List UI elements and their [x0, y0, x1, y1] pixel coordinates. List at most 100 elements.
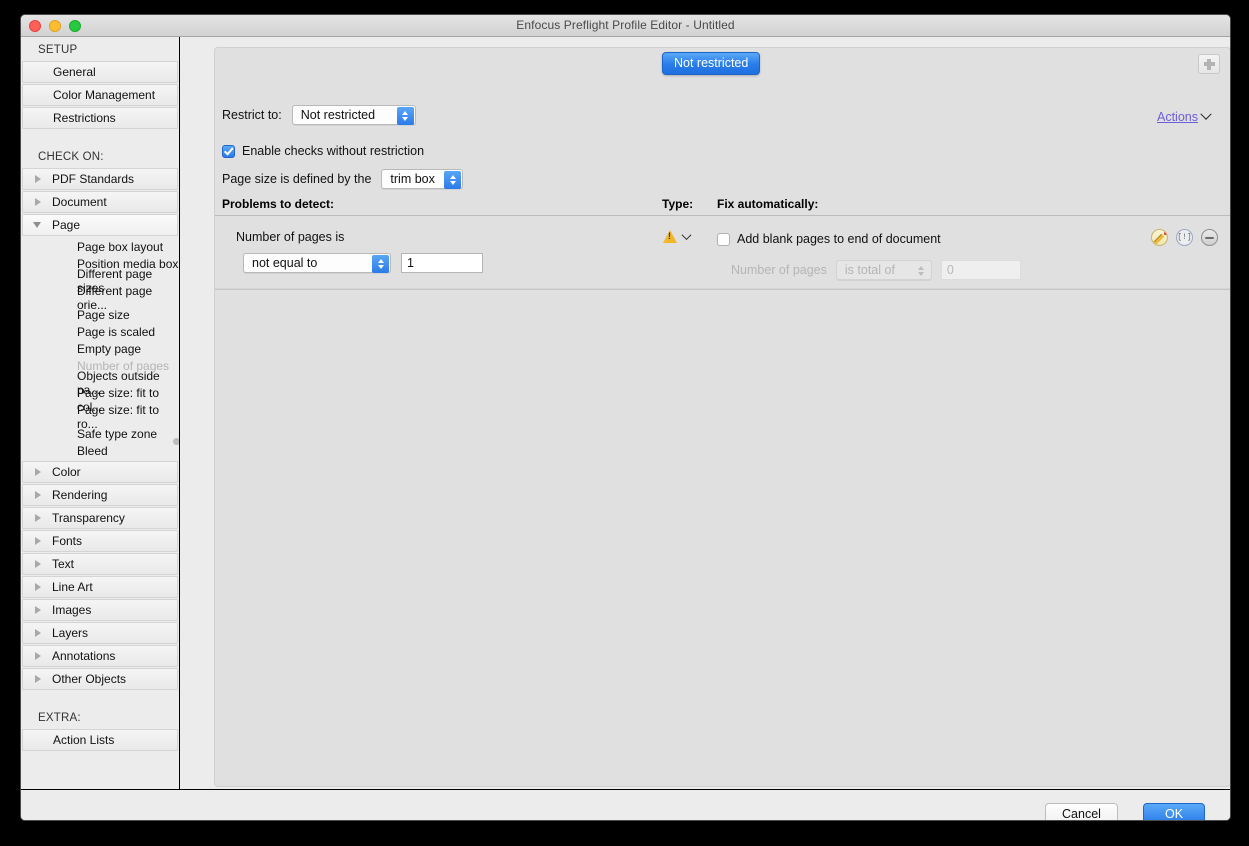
- sidebar-item-label: Transparency: [52, 511, 125, 525]
- stepper-icon: [444, 171, 462, 189]
- sidebar-item-label: PDF Standards: [52, 172, 135, 186]
- dialog-footer: Cancel OK: [21, 789, 1230, 820]
- reset-button[interactable]: [1198, 54, 1220, 74]
- detect-title: Number of pages is: [236, 230, 345, 244]
- warning-triangle-icon: [663, 230, 677, 243]
- sidebar-item-restrictions[interactable]: Restrictions: [22, 107, 178, 129]
- column-header-fix: Fix automatically:: [717, 197, 819, 211]
- sidebar-item-label: Color: [52, 465, 81, 479]
- sidebar-subitem-page-size-fit-to-rows[interactable]: Page size: fit to ro...: [21, 403, 179, 431]
- reset-plus-icon: [1203, 58, 1215, 70]
- stepper-icon: [396, 107, 414, 125]
- sidebar-item-action-lists[interactable]: Action Lists: [22, 729, 178, 751]
- sidebar-item-label: Annotations: [52, 649, 116, 663]
- sidebar-group-other-objects[interactable]: Other Objects: [22, 668, 178, 690]
- sidebar-scroll-indicator[interactable]: [173, 438, 179, 445]
- sidebar-section-check-on: CHECK ON:: [38, 151, 104, 163]
- sidebar-item-general[interactable]: General: [22, 61, 178, 83]
- fix-mode-value: is total of: [844, 263, 895, 277]
- sidebar-sublist-page: Page box layout Position media box Diffe…: [21, 237, 179, 461]
- chevron-right-icon: [35, 514, 41, 522]
- sidebar-subitem-different-page-orientations[interactable]: Different page orie...: [21, 284, 179, 312]
- sidebar-group-rendering[interactable]: Rendering: [22, 484, 178, 506]
- chevron-down-icon: [33, 222, 41, 228]
- sidebar-group-text[interactable]: Text: [22, 553, 178, 575]
- fix-number-of-pages-label: Number of pages: [731, 263, 827, 277]
- actions-label: Actions: [1157, 110, 1198, 124]
- operand-input[interactable]: 1: [401, 253, 483, 273]
- fix-automatically-option[interactable]: Add blank pages to end of document: [717, 232, 941, 246]
- sidebar-item-label: General: [53, 65, 96, 79]
- chevron-down-icon: [681, 230, 692, 241]
- chevron-right-icon: [35, 583, 41, 591]
- sidebar-subitem-page-is-scaled[interactable]: Page is scaled: [21, 323, 179, 340]
- chevron-right-icon: [35, 468, 41, 476]
- sidebar-subitem-page-box-layout[interactable]: Page box layout: [21, 238, 179, 255]
- page-size-box-value: trim box: [390, 172, 435, 186]
- sidebar-subitem-safe-type-zone[interactable]: Safe type zone: [21, 425, 179, 442]
- enable-checks-checkbox[interactable]: [222, 144, 235, 158]
- chevron-right-icon: [35, 198, 41, 206]
- add-blank-pages-label: Add blank pages to end of document: [737, 232, 941, 246]
- sidebar-group-pdf-standards[interactable]: PDF Standards: [22, 168, 178, 190]
- fix-mode-select[interactable]: is total of: [835, 260, 932, 280]
- restrict-to-select[interactable]: Not restricted: [291, 105, 416, 125]
- page-size-defined-label: Page size is defined by the: [222, 172, 372, 186]
- chevron-right-icon: [35, 491, 41, 499]
- sidebar-item-label: Other Objects: [52, 672, 127, 686]
- sidebar-group-line-art[interactable]: Line Art: [22, 576, 178, 598]
- sidebar-subitem-empty-page[interactable]: Empty page: [21, 340, 179, 357]
- sidebar-item-label: Rendering: [52, 488, 108, 502]
- sidebar-group-images[interactable]: Images: [22, 599, 178, 621]
- column-header-problems: Problems to detect:: [222, 197, 335, 211]
- enable-checks-row[interactable]: Enable checks without restriction: [222, 144, 424, 158]
- sidebar-group-annotations[interactable]: Annotations: [22, 645, 178, 667]
- sidebar-group-document[interactable]: Document: [22, 191, 178, 213]
- sidebar-subitem-bleed[interactable]: Bleed: [21, 442, 179, 459]
- table-row: Number of pages is not equal to 1 ! Add …: [215, 216, 1230, 290]
- add-blank-pages-checkbox[interactable]: [717, 232, 730, 246]
- title-bar: Enfocus Preflight Profile Editor - Untit…: [21, 15, 1230, 37]
- sidebar-group-color[interactable]: Color: [22, 461, 178, 483]
- minus-circle-icon[interactable]: [1201, 229, 1218, 246]
- column-header-type: Type:: [662, 197, 694, 211]
- sidebar-item-label: Layers: [52, 626, 89, 640]
- sidebar-group-fonts[interactable]: Fonts: [22, 530, 178, 552]
- operator-select[interactable]: not equal to: [243, 253, 391, 273]
- restrict-to-row: Restrict to: Not restricted: [222, 105, 416, 125]
- main-panel: Restrict to: Not restricted Enable check…: [180, 37, 1230, 789]
- sidebar-item-label: Action Lists: [53, 733, 115, 747]
- info-bracket-icon[interactable]: [!]: [1176, 229, 1193, 246]
- sidebar-item-label: Document: [52, 195, 107, 209]
- type-cell[interactable]: [663, 230, 692, 243]
- restrict-to-label: Restrict to:: [222, 108, 282, 122]
- sidebar-item-label: Line Art: [52, 580, 93, 594]
- ok-button[interactable]: OK: [1143, 803, 1205, 820]
- stepper-icon: [913, 262, 930, 280]
- not-restricted-tooltip: Not restricted: [662, 52, 761, 75]
- chevron-right-icon: [35, 675, 41, 683]
- pencil-icon[interactable]: [1151, 229, 1168, 246]
- actions-menu-link[interactable]: Actions: [1157, 108, 1212, 124]
- sidebar-group-layers[interactable]: Layers: [22, 622, 178, 644]
- chevron-right-icon: [35, 175, 41, 183]
- sidebar: SETUP General Color Management Restricti…: [21, 37, 180, 789]
- sidebar-section-extra: EXTRA:: [38, 712, 81, 724]
- sidebar-item-label: Images: [52, 603, 92, 617]
- sidebar-group-transparency[interactable]: Transparency: [22, 507, 178, 529]
- cancel-button[interactable]: Cancel: [1045, 803, 1118, 820]
- chevron-right-icon: [35, 560, 41, 568]
- app-window: Enfocus Preflight Profile Editor - Untit…: [20, 14, 1231, 821]
- sidebar-item-label: Page: [52, 218, 81, 232]
- sidebar-item-color-management[interactable]: Color Management: [22, 84, 178, 106]
- chevron-down-icon: [1200, 108, 1212, 120]
- sidebar-item-label: Text: [52, 557, 75, 571]
- page-size-box-select[interactable]: trim box: [381, 169, 464, 189]
- row-action-icons: [!]: [1151, 229, 1218, 246]
- operator-value: not equal to: [252, 256, 318, 270]
- window-title: Enfocus Preflight Profile Editor - Untit…: [516, 18, 735, 32]
- chevron-right-icon: [35, 652, 41, 660]
- fix-pages-input[interactable]: 0: [940, 260, 1021, 280]
- sidebar-group-page[interactable]: Page: [22, 214, 178, 236]
